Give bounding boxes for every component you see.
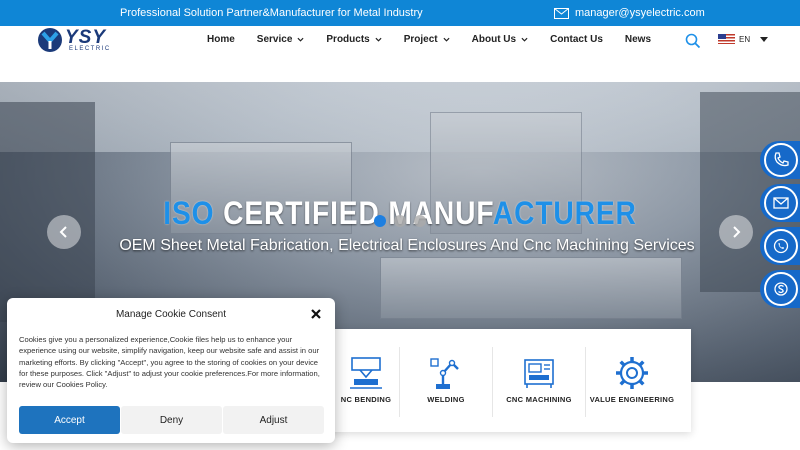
welding-robot-icon (430, 358, 459, 389)
service-label: WELDING (427, 395, 465, 404)
prev-slide-button[interactable] (47, 215, 81, 249)
nav-products-label: Products (326, 34, 370, 45)
nav-home-label: Home (207, 34, 235, 45)
nav-home[interactable]: Home (207, 34, 235, 45)
close-icon[interactable] (309, 307, 323, 321)
deny-button[interactable]: Deny (121, 406, 222, 434)
chevron-left-icon (59, 226, 67, 238)
nav-contact-us[interactable]: Contact Us (550, 34, 603, 45)
logo-sub: ELECTRIC (69, 46, 111, 52)
services-card: NC BENDING WELDING CNC MACHINING VALUE E… (320, 329, 691, 432)
main-nav: Home Service Products Project About Us C… (207, 34, 673, 45)
cnc-machine-icon (524, 359, 554, 388)
hero-title-part: C (223, 195, 245, 231)
service-welding[interactable]: WELDING (399, 347, 492, 417)
gear-icon (616, 357, 648, 389)
float-mail-button[interactable] (760, 184, 800, 222)
nav-project[interactable]: Project (404, 34, 450, 45)
next-slide-button[interactable] (719, 215, 753, 249)
whatsapp-icon (773, 238, 789, 254)
nav-news[interactable]: News (625, 34, 651, 45)
top-bar: Professional Solution Partner&Manufactur… (0, 0, 800, 26)
service-label: CNC MACHINING (506, 395, 572, 404)
slider-dots (374, 215, 426, 227)
nav-service[interactable]: Service (257, 34, 305, 45)
chevron-down-icon (297, 37, 304, 42)
logo[interactable]: YSY ELECTRIC (37, 27, 117, 53)
hero-subtitle: OEM Sheet Metal Fabrication, Electrical … (119, 237, 695, 254)
service-cnc-machining[interactable]: CNC MACHINING (492, 347, 585, 417)
slider-dot[interactable] (414, 215, 426, 227)
slider-dot[interactable] (394, 215, 406, 227)
logo-mark-icon (38, 28, 62, 52)
nav-about-label: About Us (471, 34, 517, 45)
language-selector[interactable]: EN (718, 34, 769, 44)
mail-icon (773, 197, 789, 209)
phone-icon (774, 152, 789, 167)
caret-down-icon (760, 36, 769, 42)
nav-products[interactable]: Products (326, 34, 382, 45)
cookie-body: Cookies give you a personalized experien… (19, 335, 320, 390)
service-value-engineering[interactable]: VALUE ENGINEERING (585, 347, 678, 417)
search-icon[interactable] (685, 33, 701, 49)
adjust-button[interactable]: Adjust (223, 406, 324, 434)
hero-title-part: ERTIFIED MANUF (244, 195, 493, 231)
hero-title-part: ISO (163, 195, 224, 231)
skype-icon (774, 282, 788, 296)
cookie-title: Manage Cookie Consent (115, 309, 227, 320)
nav-project-label: Project (403, 34, 438, 45)
float-phone-button[interactable] (760, 141, 800, 179)
tagline: Professional Solution Partner&Manufactur… (120, 7, 423, 19)
hero-title-part: ACTURER (492, 195, 637, 231)
float-whatsapp-button[interactable] (760, 227, 800, 265)
chevron-down-icon (443, 37, 450, 42)
us-flag-icon (718, 34, 735, 44)
chevron-down-icon (521, 37, 528, 42)
language-label: EN (739, 34, 751, 44)
cookie-buttons: Accept Deny Adjust (19, 406, 325, 434)
nav-service-label: Service (256, 34, 293, 45)
email-text: manager@ysyelectric.com (575, 7, 705, 19)
nav-about-us[interactable]: About Us (472, 34, 528, 45)
chevron-down-icon (375, 37, 382, 42)
bending-icon (350, 357, 382, 389)
nav-contact-label: Contact Us (550, 34, 603, 45)
chevron-right-icon (733, 226, 741, 238)
mail-icon (554, 7, 569, 19)
header: YSY ELECTRIC Home Service Products Proje… (0, 26, 800, 82)
nav-news-label: News (624, 34, 652, 45)
float-skype-button[interactable] (760, 270, 800, 308)
cookie-consent-dialog: Manage Cookie Consent Cookies give you a… (7, 298, 335, 443)
hero-bg-ceiling (0, 82, 800, 152)
slider-dot[interactable] (374, 215, 386, 227)
email-link[interactable]: manager@ysyelectric.com (554, 7, 705, 19)
service-label: VALUE ENGINEERING (589, 395, 675, 404)
accept-button[interactable]: Accept (19, 406, 120, 434)
hero-bg-machine (380, 257, 682, 319)
